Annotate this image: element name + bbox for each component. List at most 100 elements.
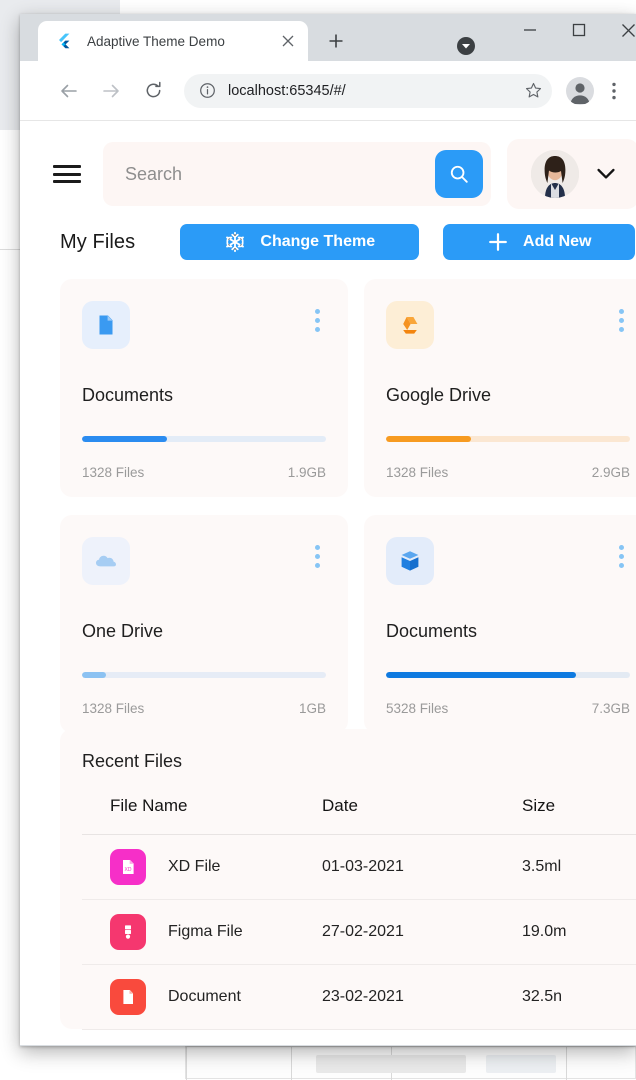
card-menu-kebab-menu-icon[interactable]	[619, 301, 630, 332]
file-size: 19.0m	[522, 900, 636, 965]
card-footer: 1328 Files 2.9GB	[386, 465, 630, 480]
change-theme-label: Change Theme	[260, 233, 375, 251]
info-circle-icon[interactable]	[198, 82, 216, 100]
card-size: 1.9GB	[288, 465, 326, 480]
figma-icon	[110, 914, 146, 950]
recent-files-panel: Recent Files File Name Date Size	[60, 729, 636, 1029]
browser-tab[interactable]: Adaptive Theme Demo	[38, 21, 308, 61]
card-name: Google Drive	[386, 385, 630, 406]
svg-text:XD: XD	[125, 867, 132, 873]
card-row: Documents 1328 Files 1.9GB	[60, 279, 636, 497]
tab-strip: Adaptive Theme Demo	[20, 14, 636, 61]
hamburger-icon[interactable]	[53, 163, 81, 185]
window-minimize-button[interactable]	[507, 14, 553, 46]
back-button[interactable]	[52, 74, 86, 108]
table-row[interactable]: Document 23-02-2021 32.5n	[82, 965, 636, 1030]
new-tab-button[interactable]	[320, 25, 352, 57]
card-size: 7.3GB	[592, 701, 630, 716]
background-placeholder	[316, 1055, 466, 1073]
storage-cards-grid: Documents 1328 Files 1.9GB	[60, 279, 636, 733]
table-header-row: File Name Date Size	[82, 782, 636, 835]
divider	[291, 1047, 292, 1080]
file-name-cell: Figma File	[110, 914, 322, 950]
address-bar[interactable]: localhost:65345/#/	[184, 74, 552, 108]
column-header-size[interactable]: Size	[522, 782, 636, 835]
column-header-date[interactable]: Date	[322, 782, 522, 835]
forward-button[interactable]	[94, 74, 128, 108]
document-file-icon	[82, 301, 130, 349]
storage-card-documents-2[interactable]: Documents 5328 Files 7.3GB	[364, 515, 636, 733]
google-drive-icon	[386, 301, 434, 349]
column-header-file-name[interactable]: File Name	[82, 782, 322, 835]
account-icon[interactable]	[566, 77, 594, 105]
card-file-count: 1328 Files	[82, 465, 144, 480]
background-window-bottom	[185, 1046, 636, 1079]
card-size: 1GB	[299, 701, 326, 716]
storage-progress-fill	[82, 436, 167, 442]
app-header	[20, 139, 636, 209]
card-footer: 1328 Files 1GB	[82, 701, 326, 716]
change-theme-button[interactable]: Change Theme	[180, 224, 419, 260]
storage-progress-fill	[386, 672, 576, 678]
divider	[186, 1047, 187, 1080]
file-date: 01-03-2021	[322, 835, 522, 900]
chevron-down-circle-icon[interactable]	[454, 34, 478, 58]
address-bar-url: localhost:65345/#/	[228, 83, 520, 99]
card-file-count: 1328 Files	[386, 465, 448, 480]
tab-title: Adaptive Theme Demo	[87, 34, 276, 49]
star-icon[interactable]	[520, 78, 546, 104]
file-size: 32.5n	[522, 965, 636, 1030]
card-size: 2.9GB	[592, 465, 630, 480]
reload-button[interactable]	[136, 74, 170, 108]
storage-progress-bar	[82, 672, 326, 678]
page-viewport: My Files Change Theme	[20, 121, 636, 1045]
window-close-button[interactable]	[605, 14, 636, 46]
card-header	[386, 537, 630, 585]
file-name: Figma File	[168, 923, 243, 941]
search-bar[interactable]	[103, 142, 491, 206]
recent-files-title: Recent Files	[82, 751, 636, 772]
card-file-count: 5328 Files	[386, 701, 448, 716]
chevron-down-icon[interactable]	[597, 168, 615, 180]
document-file-icon	[110, 979, 146, 1015]
kebab-menu-icon[interactable]	[600, 82, 628, 100]
storage-card-documents[interactable]: Documents 1328 Files 1.9GB	[60, 279, 348, 497]
storage-progress-bar	[386, 436, 630, 442]
tab-close-icon[interactable]	[276, 29, 300, 53]
window-maximize-button[interactable]	[556, 14, 602, 46]
plus-icon	[487, 231, 509, 253]
snowflake-icon	[224, 231, 246, 253]
file-name-cell: Document	[110, 979, 322, 1015]
recent-files-table: File Name Date Size	[82, 782, 636, 1030]
card-name: Documents	[386, 621, 630, 642]
card-menu-kebab-menu-icon[interactable]	[315, 537, 326, 568]
storage-progress-fill	[386, 436, 471, 442]
table-row[interactable]: XD XD File 01-03-2021 3.5ml	[82, 835, 636, 900]
file-size: 3.5ml	[522, 835, 636, 900]
card-name: One Drive	[82, 621, 326, 642]
storage-progress-bar	[386, 672, 630, 678]
adobe-xd-icon: XD	[110, 849, 146, 885]
search-button[interactable]	[435, 150, 483, 198]
browser-window: Adaptive Theme Demo	[20, 14, 636, 1046]
storage-card-google-drive[interactable]: Google Drive 1328 Files 2.9GB	[364, 279, 636, 497]
card-menu-kebab-menu-icon[interactable]	[315, 301, 326, 332]
storage-card-one-drive[interactable]: One Drive 1328 Files 1GB	[60, 515, 348, 733]
search-input[interactable]	[125, 164, 435, 185]
divider	[566, 1047, 567, 1080]
table-row[interactable]: Figma File 27-02-2021 19.0m	[82, 900, 636, 965]
user-menu[interactable]	[507, 139, 636, 209]
file-date: 27-02-2021	[322, 900, 522, 965]
card-menu-kebab-menu-icon[interactable]	[619, 537, 630, 568]
card-row: One Drive 1328 Files 1GB	[60, 515, 636, 733]
page-title: My Files	[60, 231, 135, 254]
cloud-icon	[82, 537, 130, 585]
card-header	[82, 537, 326, 585]
background-placeholder	[486, 1055, 556, 1073]
browser-toolbar: localhost:65345/#/	[20, 61, 636, 121]
add-new-button[interactable]: Add New	[443, 224, 635, 260]
flutter-logo-icon	[55, 33, 71, 49]
file-name: Document	[168, 988, 241, 1006]
file-name: XD File	[168, 858, 220, 876]
storage-progress-bar	[82, 436, 326, 442]
